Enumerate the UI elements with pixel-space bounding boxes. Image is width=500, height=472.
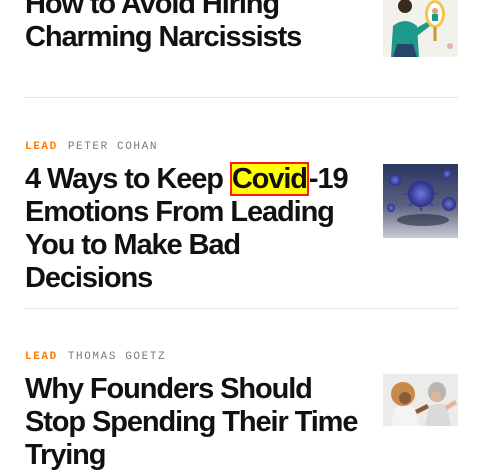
article-thumbnail[interactable] <box>383 164 458 238</box>
article-thumbnail[interactable] <box>383 0 458 57</box>
article-meta: LEAD PETER COHAN <box>25 140 158 154</box>
article-thumbnail[interactable] <box>383 374 458 426</box>
people-arguing-photo-icon <box>383 374 458 426</box>
category-tag[interactable]: LEAD <box>25 351 58 363</box>
headline-text: 4 Ways to Keep <box>25 163 230 195</box>
search-highlight: Covid <box>229 162 309 196</box>
article-headline[interactable]: How to Avoid Hiring Charming Narcissists <box>25 0 365 54</box>
headline-text: How to Avoid Hiring <box>25 0 280 20</box>
article-headline[interactable]: 4 Ways to Keep Covid-19 Emotions From Le… <box>25 162 365 295</box>
article-meta: LEAD THOMAS GOETZ <box>25 350 166 364</box>
author-name[interactable]: THOMAS GOETZ <box>68 351 166 363</box>
category-tag[interactable]: LEAD <box>25 141 58 153</box>
illustration-man-mirror-icon <box>383 0 458 57</box>
author-name[interactable]: PETER COHAN <box>68 141 158 153</box>
headline-text: Charming Narcissists <box>25 21 302 53</box>
article-headline[interactable]: Why Founders Should Stop Spending Their … <box>25 373 365 472</box>
article-divider <box>25 308 458 309</box>
article-divider <box>25 97 458 98</box>
virus-photo-icon <box>383 164 458 238</box>
